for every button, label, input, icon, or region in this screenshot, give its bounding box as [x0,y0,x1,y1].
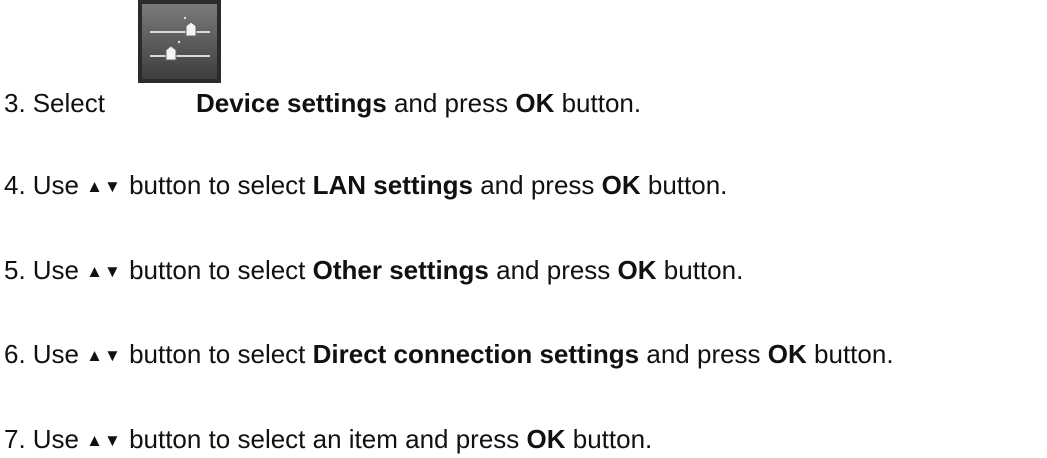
step-number: 4. [4,170,26,200]
setting-name: Direct connection settings [312,339,640,369]
up-down-arrow-icon: ▲▼ [86,177,122,196]
step-4: 4. Use ▲▼ button to select LAN settings a… [4,170,727,204]
up-down-arrow-icon: ▲▼ [86,431,122,450]
step-7: 7. Use ▲▼ button to select an item and pr… [4,424,652,458]
step-text: button to select [129,339,306,369]
step-text: button to select an item and press [129,424,520,454]
step-5: 5. Use ▲▼ button to select Other settings… [4,255,743,289]
up-down-arrow-icon: ▲▼ [86,346,122,365]
ok-label: OK [601,170,641,200]
ok-label: OK [515,88,555,118]
step-text: and press [496,255,611,285]
device-settings-icon [138,0,221,83]
step-text: Select [32,88,105,118]
ok-label: OK [617,255,657,285]
step-number: 7. [4,424,26,454]
step-text: button. [561,88,642,118]
step-text: and press [393,88,509,118]
step-number: 6. [4,339,26,369]
setting-name: LAN settings [312,170,473,200]
ok-label: OK [526,424,566,454]
up-down-arrow-icon: ▲▼ [86,262,122,281]
step-text: button to select [129,170,306,200]
step-number: 3. [4,88,26,118]
step-text: and press [646,339,761,369]
step-text: button. [814,339,894,369]
step-text: Use [32,170,79,200]
ok-label: OK [767,339,807,369]
setting-name: Other settings [312,255,489,285]
setting-name: Device settings [195,88,387,118]
step-3: 3. Select Device settings and press OK but… [4,88,641,118]
step-6: 6. Use ▲▼ button to select Direct connect… [4,339,894,373]
step-text: button to select [129,255,306,285]
step-text: button. [572,424,653,454]
step-number: 5. [4,255,26,285]
step-text: button. [647,170,728,200]
step-text: button. [663,255,744,285]
step-text: and press [480,170,595,200]
step-text: Use [32,255,79,285]
step-text: Use [32,339,79,369]
step-text: Use [32,424,79,454]
